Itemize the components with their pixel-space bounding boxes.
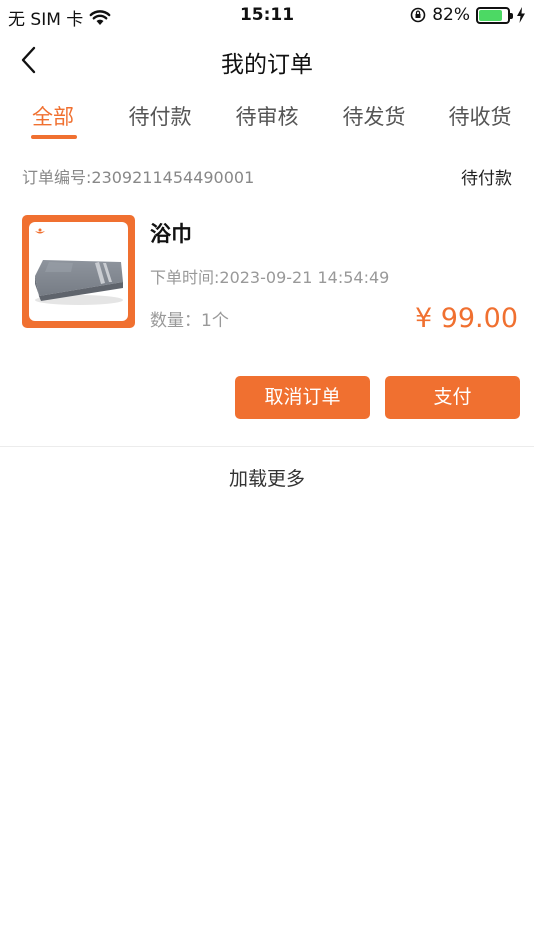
battery-level: [479, 9, 502, 21]
order-status-tabs: 全部 待付款 待审核 待发货 待收货: [0, 96, 534, 146]
battery-icon: [476, 6, 513, 24]
orientation-lock-icon: [410, 7, 426, 23]
status-right-group: 82%: [410, 5, 526, 25]
order-quantity: 数量：1个: [150, 311, 229, 331]
charging-bolt-icon: [517, 7, 525, 23]
product-name: 浴巾: [150, 222, 192, 246]
status-bar: 无 SIM 卡 15:11 82%: [0, 0, 534, 32]
pay-button[interactable]: 支付: [385, 376, 520, 419]
battery-percent: 82%: [432, 5, 470, 25]
tab-pending-review[interactable]: 待审核: [222, 101, 312, 131]
cancel-order-button[interactable]: 取消订单: [235, 376, 370, 419]
product-image: [29, 222, 128, 321]
tab-pending-receipt[interactable]: 待收货: [435, 101, 525, 131]
tab-pending-payment[interactable]: 待付款: [115, 101, 205, 131]
page-title: 我的订单: [221, 52, 313, 78]
order-status: 待付款: [461, 169, 512, 189]
tab-all[interactable]: 全部: [8, 101, 98, 131]
active-tab-indicator: [31, 135, 77, 139]
order-number: 订单编号:2309211454490001: [22, 168, 255, 187]
nav-bar: 我的订单: [0, 32, 534, 88]
order-price: ¥ 99.00: [414, 303, 518, 334]
towel-icon: [35, 260, 123, 305]
divider: [0, 446, 534, 447]
product-thumbnail[interactable]: [22, 215, 135, 328]
tab-pending-shipment[interactable]: 待发货: [329, 101, 419, 131]
order-list-page: 无 SIM 卡 15:11 82% 我的订单 全部 待付款 待审核 待发货 待收…: [0, 0, 534, 950]
order-time: 下单时间:2023-09-21 14:54:49: [150, 268, 390, 287]
load-more-button[interactable]: 加载更多: [0, 464, 534, 491]
